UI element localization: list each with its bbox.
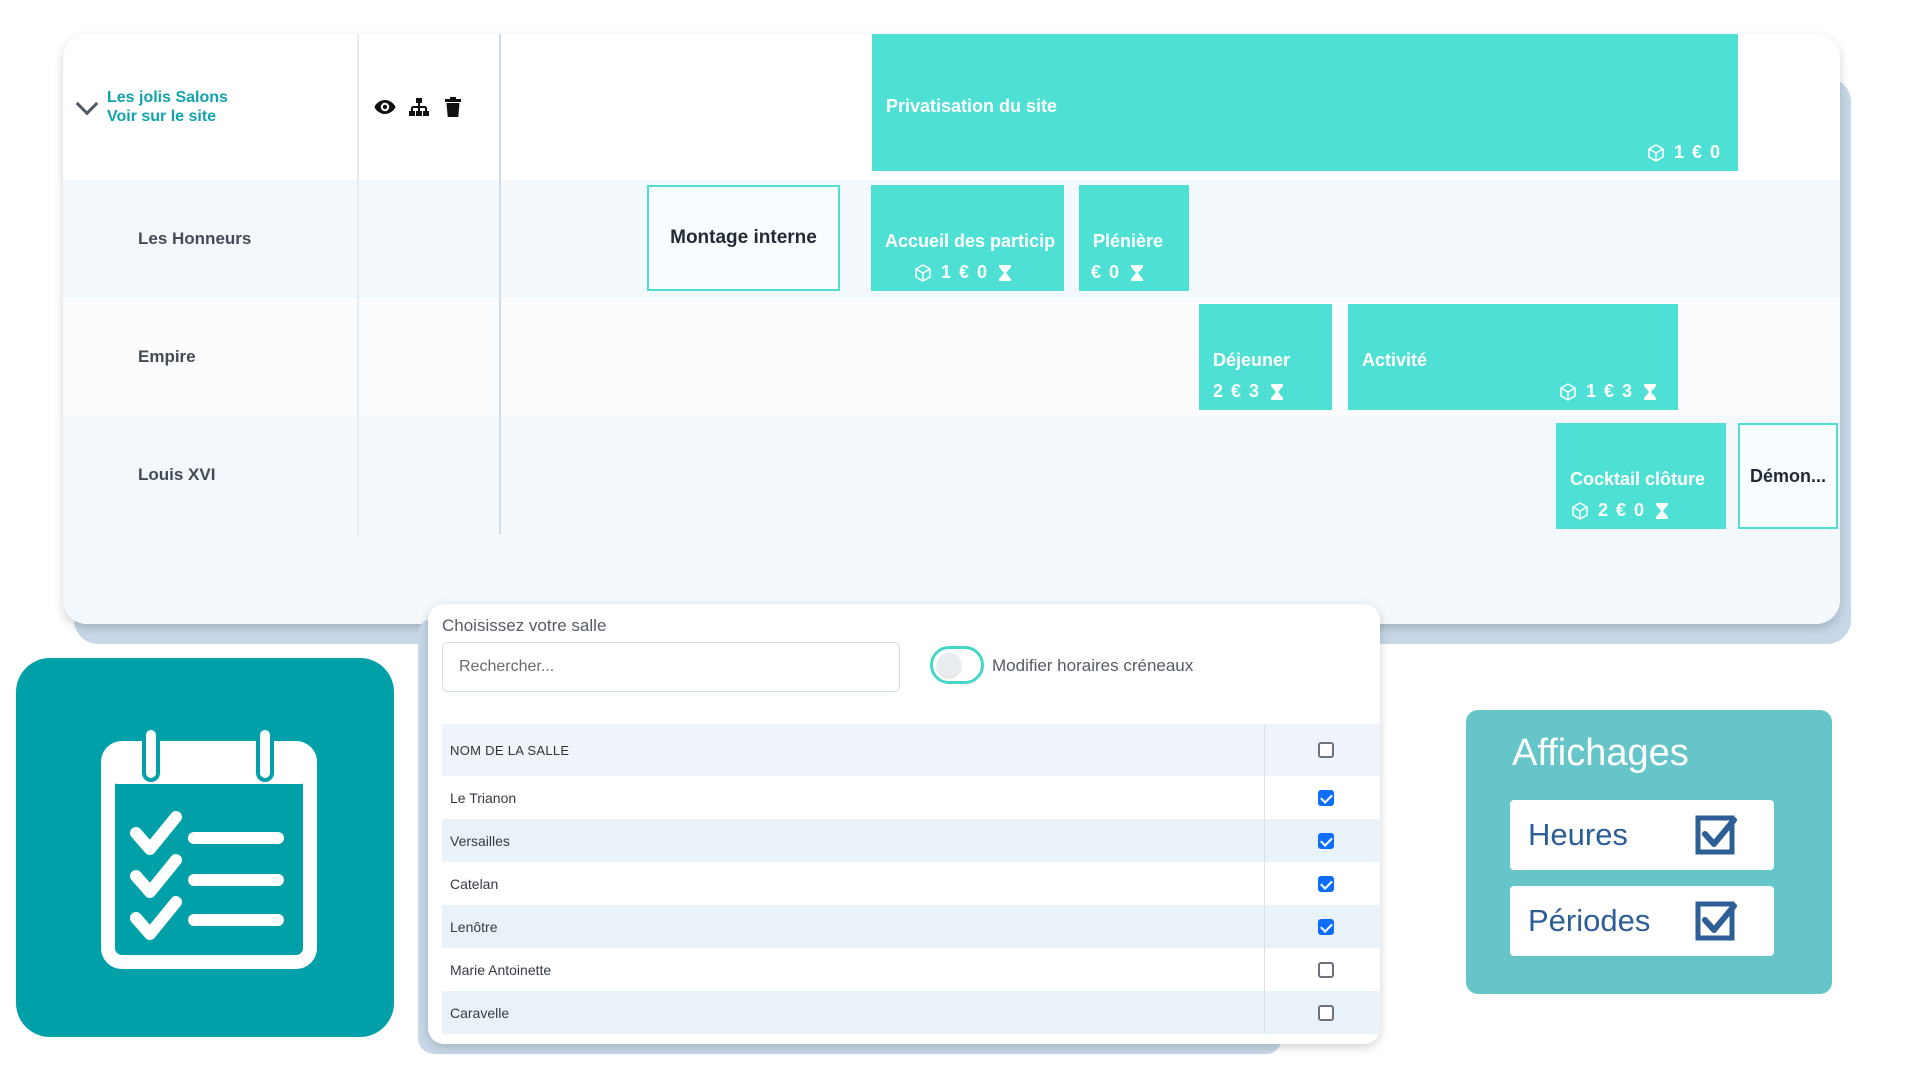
room-name: Louis XVI — [138, 465, 216, 484]
calendar-checklist-icon — [101, 726, 317, 969]
event-accueil[interactable]: Accueil des particip 1 € 0 — [871, 185, 1064, 291]
room-selector-panel: Choisissez votre salle Modifier horaires… — [428, 604, 1380, 1044]
column-header-room-name: NOM DE LA SALLE — [450, 742, 570, 758]
option-periodes[interactable]: Périodes — [1510, 886, 1774, 956]
site-title: Les jolis Salons — [107, 89, 228, 106]
room-checkbox[interactable] — [1318, 961, 1334, 978]
event-price: 0 — [1709, 142, 1720, 162]
euro-icon: € — [1603, 381, 1614, 401]
event-privatisation[interactable]: Privatisation du site 1 € 0 — [872, 34, 1738, 171]
event-cocktail-cloture[interactable]: Cocktail clôture 2 € 0 — [1556, 423, 1726, 529]
table-row: Marie Antoinette — [442, 948, 1380, 991]
option-label: Périodes — [1528, 903, 1651, 938]
event-demonstration[interactable]: Démon... — [1738, 423, 1838, 529]
sitemap-icon[interactable] — [407, 95, 431, 119]
modify-schedule-toggle[interactable] — [930, 646, 984, 684]
room-checkbox[interactable] — [1318, 1004, 1334, 1021]
table-row: Catelan — [442, 862, 1380, 905]
event-title: Déjeuner — [1213, 350, 1291, 370]
checkbox-checked-icon[interactable] — [1694, 812, 1740, 858]
trash-icon[interactable] — [441, 95, 465, 119]
table-row: Lenôtre — [442, 905, 1380, 948]
hourglass-icon — [1652, 501, 1672, 521]
checkbox-checked-icon[interactable] — [1694, 898, 1740, 944]
box-icon — [913, 263, 933, 283]
toggle-label: Modifier horaires créneaux — [992, 656, 1194, 675]
search-input[interactable] — [442, 642, 900, 692]
room-name-cell: Lenôtre — [450, 918, 498, 935]
room-selector-title: Choisissez votre salle — [442, 616, 607, 635]
site-link[interactable]: Voir sur le site — [107, 107, 228, 126]
room-tools-cell — [359, 416, 501, 534]
hourglass-icon — [1267, 382, 1287, 402]
event-dejeuner[interactable]: Déjeuner 2 € 3 — [1199, 304, 1332, 410]
planning-grid: Les jolis Salons Voir sur le site Les Ho… — [63, 34, 1840, 624]
room-checkbox[interactable] — [1318, 918, 1334, 935]
calendar-checklist-tile — [16, 658, 394, 1037]
event-title: Accueil des particip — [885, 231, 1056, 251]
room-tools-cell — [359, 298, 501, 416]
event-price: 3 — [1249, 381, 1260, 401]
room-name-cell: Le Trianon — [450, 789, 517, 806]
euro-icon: € — [1231, 381, 1242, 401]
event-pleniere[interactable]: Plénière € 0 — [1079, 185, 1189, 291]
event-price: 0 — [1109, 262, 1120, 282]
hourglass-icon — [1127, 263, 1147, 283]
hourglass-icon — [1640, 382, 1660, 402]
event-title: Activité — [1362, 350, 1428, 370]
euro-icon: € — [959, 262, 970, 282]
site-tools — [359, 34, 501, 180]
event-qty: 2 — [1213, 381, 1224, 401]
event-title: Démon... — [1749, 465, 1826, 486]
room-name-cell: Versailles — [450, 832, 510, 849]
event-price: 3 — [1621, 381, 1632, 401]
box-icon — [1570, 501, 1590, 521]
event-title: Cocktail clôture — [1570, 469, 1706, 489]
room-checkbox[interactable] — [1318, 875, 1334, 892]
select-all-checkbox[interactable] — [1318, 742, 1334, 758]
event-qty: 1 — [1585, 381, 1596, 401]
euro-icon: € — [1616, 500, 1627, 520]
table-row: Caravelle — [442, 991, 1380, 1034]
event-title: Montage interne — [670, 227, 817, 248]
room-tools-cell — [359, 180, 501, 298]
room-checkbox[interactable] — [1318, 832, 1334, 849]
option-heures[interactable]: Heures — [1510, 800, 1774, 870]
site-cell: Les jolis Salons Voir sur le site — [63, 34, 359, 180]
table-header-row: NOM DE LA SALLE — [442, 724, 1380, 776]
room-name: Les Honneurs — [138, 229, 252, 248]
event-qty: 1 — [941, 262, 952, 282]
room-name-cell: Catelan — [450, 875, 499, 892]
room-label-cell: Empire — [63, 298, 359, 416]
table-row: Le Trianon — [442, 776, 1380, 819]
chevron-down-icon[interactable] — [75, 92, 99, 116]
event-activite[interactable]: Activité 1 € 3 — [1348, 304, 1678, 410]
box-icon — [1646, 143, 1666, 163]
toggle-knob — [937, 653, 961, 677]
eye-icon[interactable] — [373, 95, 397, 119]
event-title: Plénière — [1093, 231, 1164, 251]
euro-icon: € — [1691, 142, 1702, 162]
room-label-cell: Louis XVI — [63, 416, 359, 534]
room-name-cell: Marie Antoinette — [450, 961, 552, 978]
event-price: 0 — [977, 262, 988, 282]
display-options-title: Affichages — [1512, 732, 1689, 774]
room-checkbox[interactable] — [1318, 789, 1334, 806]
event-qty: 1 — [1673, 142, 1684, 162]
room-table: NOM DE LA SALLE Le Trianon Versailles Ca… — [442, 724, 1380, 1034]
event-price: 0 — [1634, 500, 1645, 520]
display-options-panel: Affichages Heures Périodes — [1466, 710, 1832, 994]
event-montage-interne[interactable]: Montage interne — [647, 185, 840, 291]
event-title: Privatisation du site — [886, 96, 1058, 116]
event-qty: 2 — [1598, 500, 1609, 520]
room-label-cell: Les Honneurs — [63, 180, 359, 298]
box-icon — [1558, 382, 1578, 402]
room-name-cell: Caravelle — [450, 1004, 510, 1021]
euro-icon: € — [1091, 262, 1102, 282]
room-name: Empire — [138, 347, 196, 366]
hourglass-icon — [995, 263, 1015, 283]
table-row: Versailles — [442, 819, 1380, 862]
option-label: Heures — [1528, 817, 1628, 852]
